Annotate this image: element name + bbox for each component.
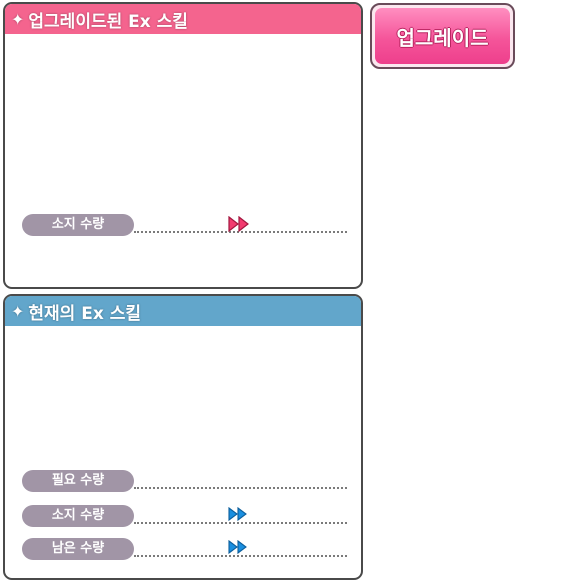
- upgrade-button-label: 업그레이드: [396, 25, 489, 50]
- current-ex-skill-title: 현재의 Ex 스킬: [28, 303, 142, 324]
- dotted-leader: [134, 522, 347, 524]
- upgraded-ex-skill-header: ✦ 업그레이드된 Ex 스킬: [5, 4, 361, 34]
- current-ex-skill-panel: ✦ 현재의 Ex 스킬 필요 수량 소지 수량 남은 수량: [3, 294, 363, 580]
- fast-forward-icon: [228, 540, 247, 554]
- upgraded-ex-skill-title: 업그레이드된 Ex 스킬: [28, 11, 188, 32]
- owned-quantity-label: 소지 수량: [22, 214, 134, 236]
- fast-forward-icon: [228, 507, 247, 521]
- dotted-leader: [134, 555, 347, 557]
- upgrade-button[interactable]: 업그레이드: [370, 3, 515, 69]
- upgraded-ex-skill-panel: ✦ 업그레이드된 Ex 스킬 소지 수량: [3, 2, 363, 289]
- upgrade-button-face[interactable]: 업그레이드: [375, 8, 510, 64]
- sparkle-icon: ✦: [11, 9, 25, 29]
- owned-quantity-row: 소지 수량: [22, 214, 347, 236]
- remaining-quantity-row: 남은 수량: [22, 538, 347, 560]
- fast-forward-icon: [228, 216, 249, 232]
- sparkle-icon: ✦: [11, 301, 25, 321]
- required-quantity-label: 필요 수량: [22, 470, 134, 492]
- owned-quantity-row: 소지 수량: [22, 505, 347, 527]
- remaining-quantity-label: 남은 수량: [22, 538, 134, 560]
- dotted-leader: [134, 487, 347, 489]
- current-ex-skill-header: ✦ 현재의 Ex 스킬: [5, 296, 361, 326]
- owned-quantity-label: 소지 수량: [22, 505, 134, 527]
- required-quantity-row: 필요 수량: [22, 470, 347, 492]
